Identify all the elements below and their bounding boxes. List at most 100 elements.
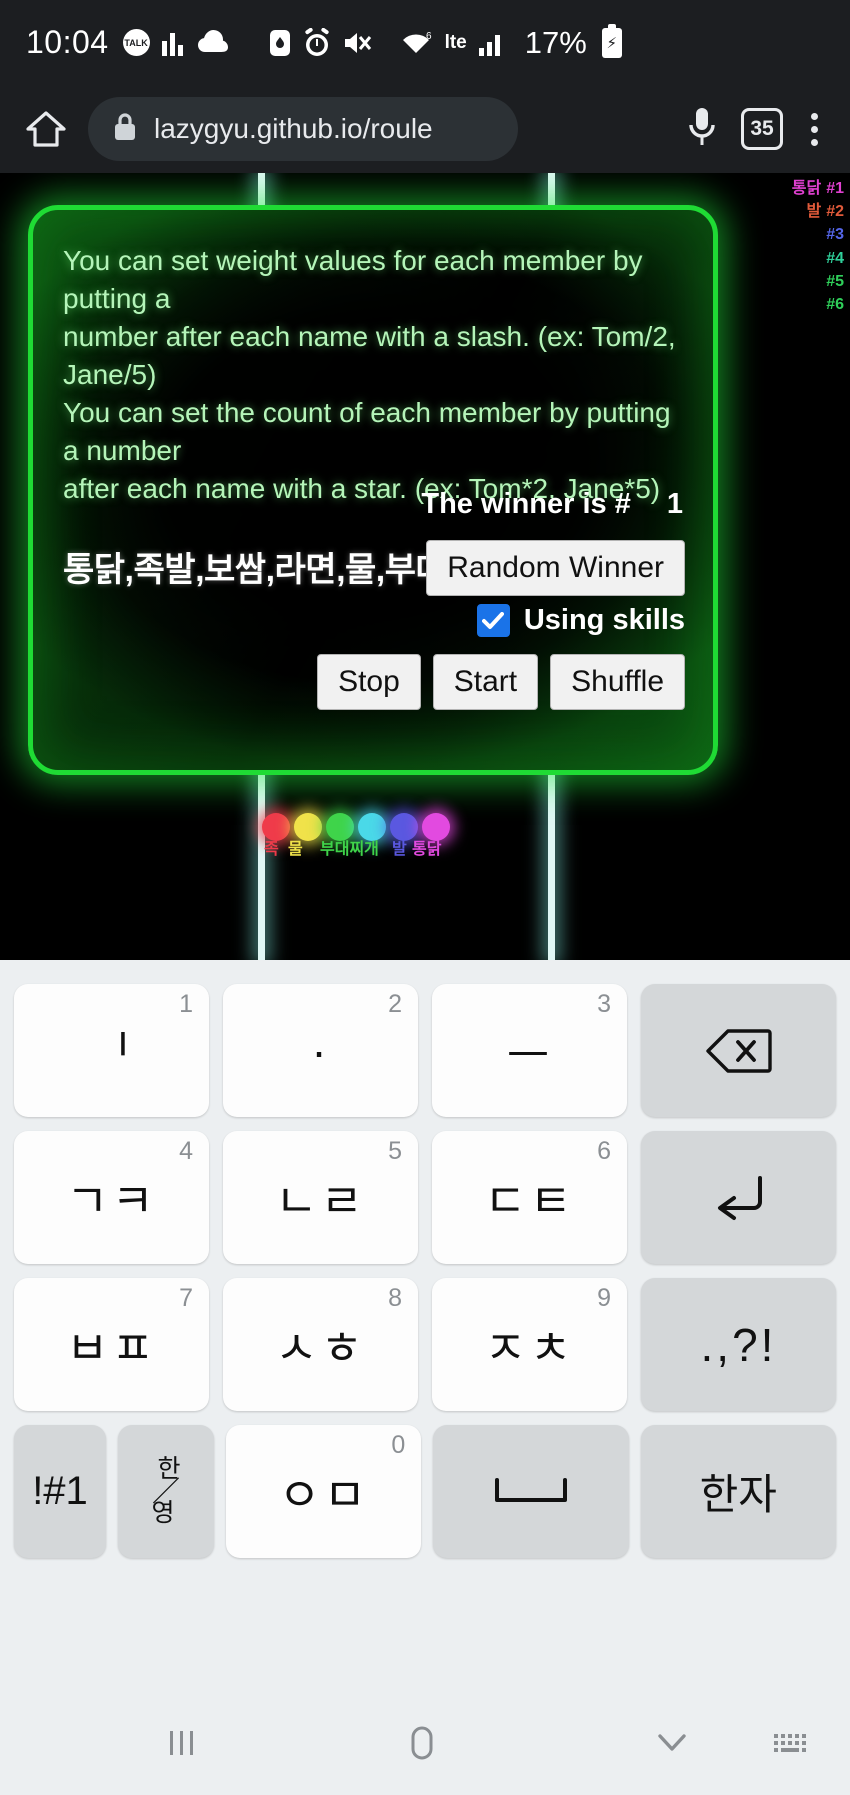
- key-glyph: !#1: [32, 1469, 88, 1513]
- key-glyph: ㄷㅌ: [484, 1174, 575, 1227]
- marble-label-2: 물: [288, 841, 303, 858]
- winner-number: 1: [666, 488, 683, 520]
- cell-signal-icon: [478, 29, 508, 57]
- volte-icon: lte: [444, 31, 467, 53]
- tab-count-button[interactable]: 35: [741, 108, 783, 150]
- home-icon[interactable]: [400, 1721, 444, 1765]
- hanja-key[interactable]: 한자: [640, 1425, 836, 1558]
- key-number: 7: [179, 1284, 193, 1312]
- key-glyph: ᅵ: [88, 1027, 135, 1080]
- keyboard-row-3: 7 ㅂㅍ 8 ㅅㅎ 9 ㅈㅊ .,?!: [0, 1264, 850, 1411]
- punctuation-key[interactable]: .,?!: [641, 1278, 836, 1411]
- url-text: lazygyu.github.io/roule: [154, 113, 433, 144]
- keyboard-row-4: !#1 한 ／ 영 0 ㅇㅁ 한자: [0, 1411, 850, 1558]
- random-winner-row: Random Winner: [426, 540, 685, 596]
- battery-percent: 17%: [524, 24, 587, 60]
- key-glyph: 한자: [699, 1471, 777, 1518]
- svg-text:6: 6: [426, 31, 432, 42]
- using-skills-row[interactable]: Using skills: [476, 604, 685, 637]
- control-buttons: Stop Start Shuffle: [317, 654, 685, 710]
- stop-button[interactable]: Stop: [317, 654, 421, 710]
- key-jieut-chieut[interactable]: 9 ㅈㅊ: [432, 1278, 627, 1411]
- instructions-line-2: number after each name with a slash. (ex…: [63, 321, 676, 391]
- android-nav-bar: [0, 1690, 850, 1795]
- shuffle-button[interactable]: Shuffle: [550, 654, 685, 710]
- recents-icon[interactable]: [162, 1723, 202, 1763]
- backspace-icon: [705, 1028, 772, 1073]
- winner-label: The winner is #: [421, 488, 631, 520]
- key-bieup-pieup[interactable]: 7 ㅂㅍ: [14, 1278, 209, 1411]
- status-icons: TALK 6 lte 17% ⚡: [122, 23, 622, 61]
- key-ieung-mieum[interactable]: 0 ㅇㅁ: [226, 1425, 422, 1558]
- settings-panel: You can set weight values for each membe…: [28, 205, 718, 775]
- alarm-icon: [303, 27, 331, 58]
- language-toggle-key[interactable]: 한 ／ 영: [118, 1425, 214, 1558]
- key-eu[interactable]: 3 ᅳ: [432, 984, 627, 1117]
- roulette-webview: 통닭 #1 발 #2 #3 #4 #5 #6 You can set weight …: [0, 173, 850, 960]
- mute-icon: [342, 29, 372, 57]
- keyboard-switch-icon[interactable]: [770, 1728, 810, 1758]
- rank-label-2: 발 #2: [806, 203, 844, 221]
- key-glyph: ㅅㅎ: [275, 1321, 366, 1374]
- do-not-disturb-icon: [268, 28, 292, 58]
- key-number: 5: [388, 1137, 402, 1165]
- key-number: 2: [388, 990, 402, 1018]
- marble-label-3: 부대찌개: [320, 841, 379, 858]
- space-key[interactable]: [433, 1425, 629, 1558]
- key-siot-hieut[interactable]: 8 ㅅㅎ: [223, 1278, 418, 1411]
- key-i[interactable]: 1 ᅵ: [14, 984, 209, 1117]
- key-glyph: ㄴㄹ: [275, 1174, 366, 1227]
- key-glyph: ㄱㅋ: [66, 1174, 157, 1227]
- backspace-key[interactable]: [641, 984, 836, 1117]
- key-glyph: ᅳ: [506, 1027, 553, 1080]
- marble-label-6: 통닭: [412, 841, 442, 858]
- korean-keyboard: 1 ᅵ 2 · 3 ᅳ 4 ㄱㅋ 5 ㄴㄹ 6 ㄷㅌ 7 ㅂㅍ 8 ㅅㅎ 9 ㅈ…: [0, 960, 850, 1690]
- rank-label-6: #6: [826, 295, 844, 313]
- key-glyph: ㅇㅁ: [278, 1468, 369, 1521]
- space-icon: [494, 1477, 567, 1502]
- battery-charging-icon: ⚡: [601, 23, 622, 58]
- random-winner-button[interactable]: Random Winner: [426, 540, 685, 596]
- symbols-key[interactable]: !#1: [14, 1425, 106, 1558]
- marble-label-1: 족: [264, 841, 279, 858]
- marble-group: 족 물 부대찌개 발 통닭: [262, 813, 532, 873]
- language-toggle-glyph: 한 ／ 영: [151, 1454, 181, 1528]
- marble-label-5: 발: [392, 841, 407, 858]
- home-icon[interactable]: [20, 103, 72, 155]
- hide-keyboard-icon[interactable]: [650, 1725, 694, 1761]
- key-dot[interactable]: 2 ·: [223, 984, 418, 1117]
- key-giyeok-kieuk[interactable]: 4 ㄱㅋ: [14, 1131, 209, 1264]
- key-number: 8: [388, 1284, 402, 1312]
- lock-icon: [112, 112, 138, 147]
- key-digeut-tieut[interactable]: 6 ㄷㅌ: [432, 1131, 627, 1264]
- signal-bars-icon: [161, 29, 187, 57]
- address-bar[interactable]: lazygyu.github.io/roule: [88, 97, 518, 161]
- key-number: 4: [179, 1137, 193, 1165]
- kakaotalk-icon: TALK: [122, 29, 150, 56]
- overflow-menu-icon[interactable]: [805, 107, 824, 152]
- key-number: 6: [597, 1137, 611, 1165]
- wifi-icon: 6: [402, 29, 434, 57]
- winner-display: The winner is # 1: [421, 488, 683, 521]
- rank-label-5: #5: [826, 272, 844, 290]
- microphone-icon[interactable]: [685, 105, 719, 154]
- rank-label-4: #4: [826, 249, 844, 267]
- key-number: 0: [391, 1431, 406, 1459]
- key-glyph: .,?!: [700, 1318, 777, 1371]
- cloud-icon: [197, 29, 228, 56]
- key-number: 3: [597, 990, 611, 1018]
- phone-screen: 10:04 TALK 6 lte 17% ⚡ lazygyu.github.io…: [0, 0, 850, 1795]
- key-number: 9: [597, 1284, 611, 1312]
- using-skills-checkbox[interactable]: [476, 604, 510, 637]
- rank-label-list: 통닭 #1 발 #2 #3 #4 #5 #6: [702, 177, 844, 316]
- instructions-text: You can set weight values for each membe…: [63, 242, 683, 509]
- key-number: 1: [179, 990, 193, 1018]
- start-button[interactable]: Start: [432, 654, 539, 710]
- enter-key[interactable]: [641, 1131, 836, 1264]
- key-nieun-rieul[interactable]: 5 ㄴㄹ: [223, 1131, 418, 1264]
- keyboard-row-1: 1 ᅵ 2 · 3 ᅳ: [0, 960, 850, 1117]
- enter-icon: [717, 1175, 762, 1220]
- key-glyph: ·: [311, 1024, 330, 1077]
- status-bar: 10:04 TALK 6 lte 17% ⚡: [0, 0, 850, 85]
- browser-actions: 35: [685, 105, 830, 154]
